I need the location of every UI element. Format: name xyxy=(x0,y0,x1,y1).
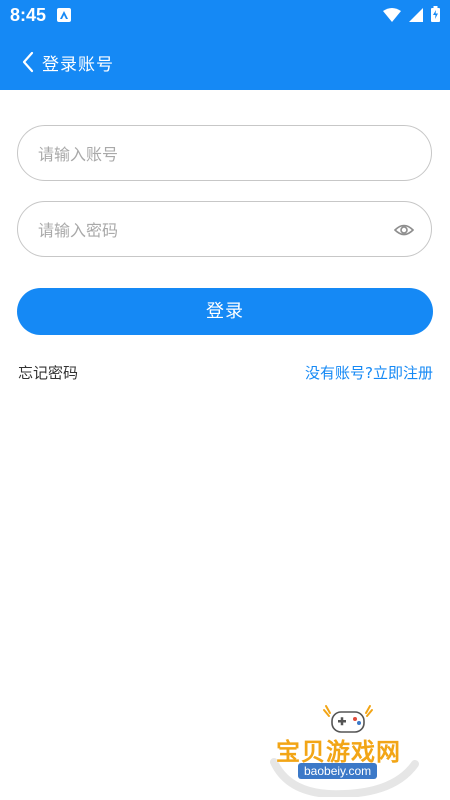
status-bar: 8:45 xyxy=(0,0,450,32)
eye-icon[interactable] xyxy=(393,220,415,240)
forgot-password-link[interactable]: 忘记密码 xyxy=(18,362,78,383)
status-icons xyxy=(383,6,440,26)
account-field xyxy=(17,125,432,182)
account-input[interactable] xyxy=(36,126,380,182)
password-input[interactable] xyxy=(36,202,380,258)
app-bar: 8:45 登录账号 xyxy=(0,0,450,90)
wifi-icon xyxy=(383,7,401,26)
login-button[interactable]: 登录 xyxy=(17,288,433,335)
battery-icon xyxy=(431,6,440,26)
toolbar: 登录账号 xyxy=(0,40,450,84)
password-field xyxy=(17,201,432,258)
app-notification-icon xyxy=(57,8,71,22)
watermark-domain: baobeiy.com xyxy=(298,763,378,779)
watermark-logo: 宝贝游戏网 baobeiy.com xyxy=(270,702,420,797)
watermark-title: 宝贝游戏网 xyxy=(276,738,401,766)
register-link[interactable]: 没有账号?立即注册 xyxy=(305,362,433,383)
status-time: 8:45 xyxy=(10,5,47,25)
page-title: 登录账号 xyxy=(42,55,114,75)
back-button[interactable] xyxy=(16,48,40,76)
chevron-left-icon xyxy=(22,51,34,73)
signal-icon xyxy=(409,7,423,26)
